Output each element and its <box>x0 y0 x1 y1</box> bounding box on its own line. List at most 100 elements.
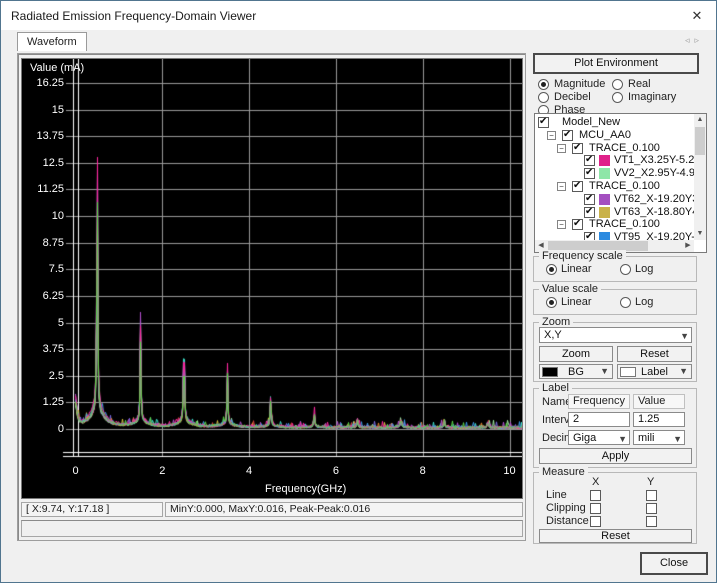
tree-collapse-icon[interactable]: − <box>557 182 566 191</box>
frequency-scale-legend: Frequency scale <box>539 250 626 262</box>
tree-vscrollbar[interactable]: ▲ ▼ <box>694 114 706 240</box>
measure-group: Measure X Y Line Clipping Distance Reset <box>533 472 697 544</box>
tree-collapse-icon[interactable]: − <box>557 144 566 153</box>
tree-row[interactable]: VT63_X-18.80Y4.0 <box>535 206 693 219</box>
tree-row[interactable]: − TRACE_0.100 <box>535 180 693 193</box>
tree-node-label: TRACE_0.100 <box>589 142 660 155</box>
tree-checkbox[interactable] <box>572 143 583 154</box>
dialog-window: Radiated Emission Frequency-Domain Viewe… <box>0 0 717 583</box>
label-name-row-label: Name <box>542 396 571 408</box>
tree-collapse-icon[interactable]: − <box>557 220 566 229</box>
decimal-y-select[interactable]: mili▼ <box>633 430 685 445</box>
measure-row-line-label: Line <box>546 489 567 501</box>
tree-checkbox[interactable] <box>584 194 595 205</box>
tree-row[interactable]: Model_New <box>535 116 693 129</box>
plot-area[interactable]: Value (mA) Frequency(GHz) 01.252.53.7556… <box>21 58 523 499</box>
tree-row[interactable]: VV2_X2.95Y-4.90 <box>535 167 693 180</box>
tree-row[interactable]: − TRACE_0.100 <box>535 218 693 231</box>
label-color-select[interactable]: Label ▼ <box>617 364 692 379</box>
measure-legend: Measure <box>539 466 588 478</box>
radio-value-linear-label: Linear <box>561 296 592 308</box>
tree-vscroll-thumb[interactable] <box>695 127 705 155</box>
radio-freq-linear-label: Linear <box>561 263 592 275</box>
measure-clipping-y-checkbox[interactable] <box>646 503 657 514</box>
scroll-down-icon[interactable]: ▼ <box>694 228 706 240</box>
scroll-up-icon[interactable]: ▲ <box>694 114 706 126</box>
trace-color-swatch <box>599 194 610 205</box>
tree-checkbox[interactable] <box>562 130 573 141</box>
interval-y-input[interactable]: 1.25 <box>633 412 685 427</box>
tree-checkbox[interactable] <box>584 168 595 179</box>
zoom-reset-button[interactable]: Reset <box>617 346 692 362</box>
radio-value-log[interactable] <box>620 297 631 308</box>
decimal-y-value: mili <box>638 432 655 444</box>
cursor-readout: [ X:9.74, Y:17.18 ] <box>21 502 163 517</box>
radio-decibel[interactable] <box>538 92 549 103</box>
apply-button[interactable]: Apply <box>539 448 692 464</box>
tree-row[interactable]: − TRACE_0.100 <box>535 142 693 155</box>
decimal-x-value: Giga <box>573 432 596 444</box>
radio-freq-log-label: Log <box>635 263 653 275</box>
measure-reset-button[interactable]: Reset <box>539 529 692 543</box>
measure-distance-x-checkbox[interactable] <box>590 516 601 527</box>
tree-checkbox[interactable] <box>584 155 595 166</box>
tree-row[interactable]: VT1_X3.25Y-5.20 <box>535 154 693 167</box>
radio-imaginary-label: Imaginary <box>628 91 676 103</box>
plot-panel: Value (mA) Frequency(GHz) 01.252.53.7556… <box>17 53 526 541</box>
tree-checkbox[interactable] <box>572 219 583 230</box>
measure-distance-y-checkbox[interactable] <box>646 516 657 527</box>
measure-line-x-checkbox[interactable] <box>590 490 601 501</box>
decimal-x-select[interactable]: Giga▼ <box>568 430 630 445</box>
model-tree[interactable]: Model_New−MCU_AA0−TRACE_0.100VT1_X3.25Y-… <box>534 113 707 253</box>
zoom-button[interactable]: Zoom <box>539 346 613 362</box>
tree-node-label: TRACE_0.100 <box>589 180 660 193</box>
radio-magnitude[interactable] <box>538 79 549 90</box>
trace-color-swatch <box>599 207 610 218</box>
tab-scroll-right-icon[interactable]: ▹ <box>694 35 704 45</box>
tree-checkbox[interactable] <box>584 207 595 218</box>
tree-checkbox[interactable] <box>538 117 549 128</box>
radio-magnitude-label: Magnitude <box>554 78 605 90</box>
radio-real-label: Real <box>628 78 651 90</box>
interval-x-input[interactable]: 2 <box>568 412 630 427</box>
measure-row-clipping-label: Clipping <box>546 502 586 514</box>
measure-clipping-x-checkbox[interactable] <box>590 503 601 514</box>
title-bar: Radiated Emission Frequency-Domain Viewe… <box>1 1 716 30</box>
radio-decibel-label: Decibel <box>554 91 591 103</box>
zoom-group: Zoom X,Y▼ Zoom Reset BG ▼ Label ▼ <box>533 322 697 382</box>
tree-row[interactable]: VT62_X-19.20Y3.6 <box>535 193 693 206</box>
label-group: Label Name Frequency Value Interval 2 1.… <box>533 388 697 468</box>
close-button[interactable]: Close <box>641 553 707 574</box>
tree-node-label: VV2_X2.95Y-4.90 <box>614 167 701 180</box>
tab-strip: Waveform ◃▹ <box>1 30 716 51</box>
tree-collapse-icon[interactable]: − <box>547 131 556 140</box>
frequency-scale-group: Frequency scale Linear Log <box>533 256 697 282</box>
radio-value-linear[interactable] <box>546 297 557 308</box>
plot-scroll-track[interactable] <box>21 520 523 537</box>
measure-row-distance-label: Distance <box>546 515 589 527</box>
tree-node-label: TRACE_0.100 <box>589 218 660 231</box>
radio-real[interactable] <box>612 79 623 90</box>
measure-col-x: X <box>592 476 599 488</box>
tab-waveform[interactable]: Waveform <box>17 32 87 51</box>
measure-line-y-checkbox[interactable] <box>646 490 657 501</box>
window-close-icon[interactable]: ✕ <box>686 6 708 26</box>
chevron-down-icon: ▼ <box>600 366 609 376</box>
radio-freq-linear[interactable] <box>546 264 557 275</box>
measure-col-y: Y <box>647 476 654 488</box>
zoom-mode-select[interactable]: X,Y▼ <box>539 327 692 343</box>
radio-value-log-label: Log <box>635 296 653 308</box>
stats-readout: MinY:0.000, MaxY:0.016, Peak-Peak:0.016 <box>165 502 523 517</box>
bg-color-select[interactable]: BG ▼ <box>539 364 613 379</box>
label-name-y: Value <box>633 394 685 409</box>
tree-row[interactable]: −MCU_AA0 <box>535 129 693 142</box>
tab-scroll-arrows[interactable]: ◃▹ <box>685 35 704 46</box>
radio-imaginary[interactable] <box>612 92 623 103</box>
scroll-right-icon[interactable]: ▶ <box>682 240 694 252</box>
radio-freq-log[interactable] <box>620 264 631 275</box>
value-scale-legend: Value scale <box>539 283 601 295</box>
label-name-x: Frequency <box>568 394 630 409</box>
plot-environment-button[interactable]: Plot Environment <box>534 54 698 73</box>
tree-checkbox[interactable] <box>572 181 583 192</box>
spectrum-canvas[interactable] <box>22 59 522 498</box>
